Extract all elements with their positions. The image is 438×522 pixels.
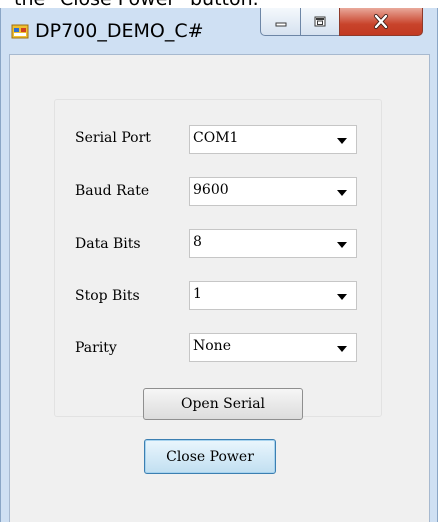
maximize-icon <box>314 16 326 26</box>
window-title: DP700_DEMO_C# <box>35 20 204 42</box>
chevron-down-icon <box>337 138 347 144</box>
serial-port-value: COM1 <box>193 130 239 146</box>
app-icon <box>11 24 29 39</box>
baud-rate-combo[interactable]: 9600 <box>189 177 357 206</box>
parity-value: None <box>193 338 231 354</box>
close-button[interactable] <box>339 8 423 36</box>
data-bits-combo[interactable]: 8 <box>189 229 357 258</box>
open-serial-button[interactable]: Open Serial <box>143 388 303 420</box>
serial-port-label: Serial Port <box>75 130 151 146</box>
stop-bits-label: Stop Bits <box>75 288 140 304</box>
chevron-down-icon <box>337 190 347 196</box>
serial-settings-group: Serial Port COM1 Baud Rate 9600 Data Bit… <box>54 99 382 420</box>
stop-bits-combo[interactable]: 1 <box>189 281 357 310</box>
parity-label: Parity <box>75 340 117 356</box>
data-bits-value: 8 <box>193 234 202 250</box>
serial-port-combo[interactable]: COM1 <box>189 125 357 154</box>
chevron-down-icon <box>337 294 347 300</box>
client-area: Serial Port COM1 Baud Rate 9600 Data Bit… <box>9 54 430 522</box>
maximize-button[interactable] <box>300 8 340 36</box>
minimize-icon <box>275 22 286 26</box>
baud-rate-value: 9600 <box>193 182 229 198</box>
data-bits-label: Data Bits <box>75 236 141 252</box>
close-power-button[interactable]: Close Power <box>144 439 276 474</box>
close-icon <box>374 13 388 29</box>
title-bar[interactable]: DP700_DEMO_C# <box>1 8 437 54</box>
app-window: DP700_DEMO_C# Serial Port COM1 Baud Rate… <box>0 8 438 522</box>
parity-combo[interactable]: None <box>189 333 357 362</box>
minimize-button[interactable] <box>260 8 301 36</box>
chevron-down-icon <box>337 242 347 248</box>
stop-bits-value: 1 <box>193 286 202 302</box>
chevron-down-icon <box>337 346 347 352</box>
baud-rate-label: Baud Rate <box>75 183 150 199</box>
